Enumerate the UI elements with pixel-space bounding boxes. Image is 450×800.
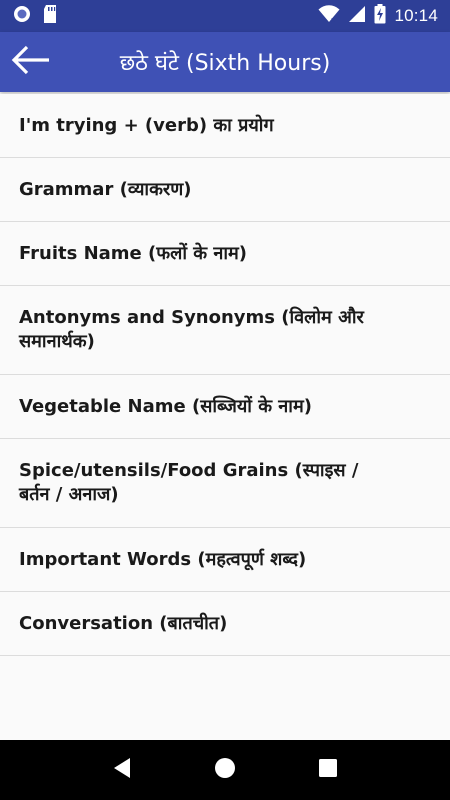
list-item-label: Grammar (व्याकरण) [19,178,192,200]
arrow-left-icon [11,44,51,80]
recents-square-icon [318,758,338,782]
svg-text:x: x [331,16,335,23]
circle-notification-icon [12,4,32,28]
list-item-label: Fruits Name (फलों के नाम) [19,242,248,264]
status-time: 10:14 [394,6,438,25]
list-item-label: Important Words (महत्वपूर्ण शब्द) [19,548,307,570]
list-item[interactable]: Antonyms and Synonyms (विलोम और समानार्थ… [0,286,450,375]
page-title: छठे घंटे (Sixth Hours) [119,51,331,76]
topic-list: I'm trying + (verb) का प्रयोग Grammar (व… [0,94,450,656]
list-item[interactable]: Conversation (बातचीत) [0,592,450,656]
nav-recents-button[interactable] [308,750,348,790]
list-item-label: Antonyms and Synonyms (विलोम और समानार्थ… [19,307,364,352]
list-item[interactable]: Important Words (महत्वपूर्ण शब्द) [0,528,450,592]
list-item[interactable]: Fruits Name (फलों के नाम) [0,222,450,286]
nav-home-button[interactable] [205,750,245,790]
list-item-label: I'm trying + (verb) का प्रयोग [19,114,274,136]
app-bar: छठे घंटे (Sixth Hours) [0,32,450,92]
status-left-icons [0,4,58,28]
status-right-icons: x 10:14 [318,4,450,28]
list-item[interactable]: Grammar (व्याकरण) [0,158,450,222]
list-item-label: Spice/utensils/Food Grains (स्पाइस / बर्… [19,460,359,505]
home-circle-icon [214,757,236,783]
status-bar: x 10:14 [0,0,450,32]
nav-back-button[interactable] [102,750,142,790]
battery-charging-icon [374,4,386,28]
list-item[interactable]: I'm trying + (verb) का प्रयोग [0,94,450,158]
list-item[interactable]: Vegetable Name (सब्जियों के नाम) [0,375,450,439]
sd-card-icon [42,4,58,28]
wifi-icon: x [318,5,340,27]
list-item-label: Vegetable Name (सब्जियों के नाम) [19,395,312,417]
back-triangle-icon [112,757,132,783]
signal-icon [348,5,366,27]
navigation-bar [0,740,450,800]
list-item[interactable]: Spice/utensils/Food Grains (स्पाइस / बर्… [0,439,450,528]
back-button[interactable] [9,40,53,84]
list-item-label: Conversation (बातचीत) [19,612,228,634]
